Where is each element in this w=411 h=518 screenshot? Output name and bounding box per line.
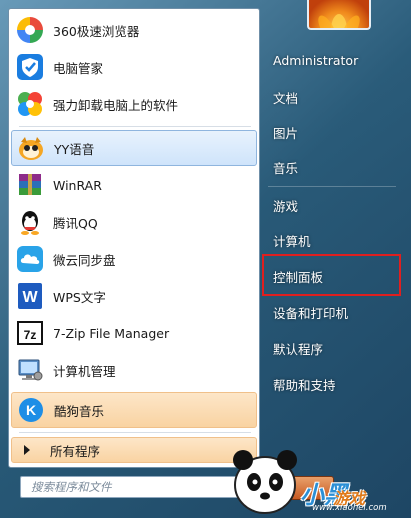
computer-management-icon — [15, 355, 45, 385]
help-support-link[interactable]: 帮助和支持 — [273, 375, 336, 394]
computer-link[interactable]: 计算机 — [273, 231, 311, 250]
music-link[interactable]: 音乐 — [273, 158, 298, 177]
devices-printers-link[interactable]: 设备和打印机 — [273, 303, 348, 322]
program-item-uninstaller[interactable]: 强力卸载电脑上的软件 — [11, 86, 257, 122]
program-item-360-browser[interactable]: 360极速浏览器 — [11, 12, 257, 48]
program-label: 7-Zip File Manager — [53, 325, 170, 341]
documents-link[interactable]: 文档 — [273, 88, 298, 107]
divider — [19, 432, 251, 433]
program-item-pc-manager[interactable]: 电脑管家 — [11, 49, 257, 85]
all-programs-label: 所有程序 — [50, 443, 101, 459]
uninstaller-icon — [15, 89, 45, 119]
program-label: 腾讯QQ — [53, 215, 98, 231]
flower-icon — [318, 14, 360, 28]
program-item-kugou[interactable]: K 酷狗音乐 — [11, 392, 257, 428]
program-item-computer-management[interactable]: 计算机管理 — [11, 352, 257, 388]
svg-text:7z: 7z — [24, 328, 37, 342]
divider — [268, 186, 396, 187]
user-avatar[interactable] — [307, 0, 371, 30]
user-name-link[interactable]: Administrator — [273, 53, 358, 68]
program-item-wps[interactable]: W WPS文字 — [11, 278, 257, 314]
divider — [19, 126, 251, 127]
start-menu: 360极速浏览器 电脑管家 强力卸载电脑上的软件 YY语音 WinRAR 腾讯Q… — [0, 0, 411, 518]
program-label: 计算机管理 — [53, 363, 116, 379]
program-label: WinRAR — [53, 177, 102, 193]
weiyun-icon — [15, 244, 45, 274]
search-placeholder: 搜索程序和文件 — [31, 480, 112, 494]
pictures-link[interactable]: 图片 — [273, 123, 298, 142]
program-item-weiyun[interactable]: 微云同步盘 — [11, 241, 257, 277]
programs-pane: 360极速浏览器 电脑管家 强力卸载电脑上的软件 YY语音 WinRAR 腾讯Q… — [8, 8, 260, 468]
program-item-qq[interactable]: 腾讯QQ — [11, 204, 257, 240]
program-item-7zip[interactable]: 7z 7-Zip File Manager — [11, 315, 257, 351]
kugou-icon: K — [16, 395, 46, 425]
tencent-pc-manager-icon — [15, 52, 45, 82]
winrar-icon — [15, 170, 45, 200]
qq-icon — [15, 207, 45, 237]
program-label: YY语音 — [54, 141, 95, 157]
triangle-right-icon — [24, 445, 30, 455]
games-link[interactable]: 游戏 — [273, 196, 298, 215]
svg-text:W: W — [22, 289, 38, 306]
program-label: 360极速浏览器 — [53, 23, 140, 39]
watermark-url: www.xiaohei.com — [312, 503, 387, 513]
program-label: WPS文字 — [53, 289, 106, 305]
program-label: 酷狗音乐 — [54, 403, 105, 419]
default-programs-link[interactable]: 默认程序 — [273, 339, 323, 358]
program-item-winrar[interactable]: WinRAR — [11, 167, 257, 203]
program-label: 强力卸载电脑上的软件 — [53, 97, 179, 113]
360-browser-icon — [15, 15, 45, 45]
svg-text:K: K — [26, 402, 36, 418]
yy-voice-icon — [16, 133, 46, 163]
highlight-box — [262, 254, 401, 296]
program-label: 电脑管家 — [53, 60, 104, 76]
program-label: 微云同步盘 — [53, 252, 116, 268]
wps-icon: W — [15, 281, 45, 311]
7zip-icon: 7z — [15, 318, 45, 348]
program-item-yy-voice[interactable]: YY语音 — [11, 130, 257, 166]
